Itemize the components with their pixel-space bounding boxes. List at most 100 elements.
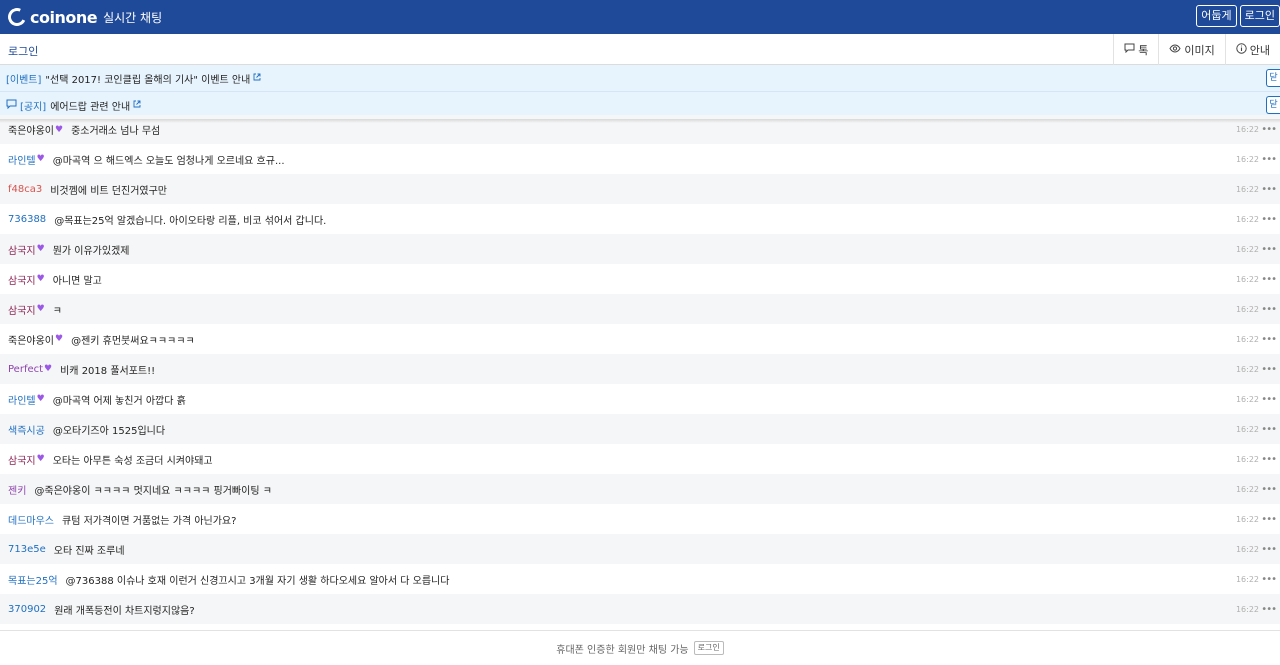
tab-images[interactable]: 이미지	[1158, 34, 1224, 65]
more-options-icon[interactable]: •••	[1261, 244, 1277, 255]
chat-message-row: 라인텔 ♥ @마곡역 으 해드엑스 오늘도 엄청나게 오르네요 흐규... 16:22…	[0, 144, 1280, 174]
more-options-icon[interactable]: •••	[1261, 454, 1277, 465]
notice-tag: [이벤트]	[6, 74, 42, 86]
message-text: @736388 이슈나 호재 이런거 신경끄시고 3개월 자기 생활 하다오세요…	[65, 575, 450, 587]
chat-message-row: 736388 @목표는25억 알겠습니다. 아이오타랑 리플, 비코 섞어서 갑니…	[0, 204, 1280, 234]
message-nickname[interactable]: 라인텔	[8, 152, 36, 167]
message-nickname[interactable]: f48ca3	[8, 184, 42, 195]
more-options-icon[interactable]: •••	[1261, 484, 1277, 495]
message-text: 큐텀 저가격이면 거품없는 가격 아닌가요?	[62, 515, 237, 527]
message-timestamp: 16:22	[1235, 125, 1259, 134]
more-options-icon[interactable]: •••	[1261, 274, 1277, 285]
message-timestamp: 16:22	[1235, 574, 1259, 584]
chat-message-row: 713e5e 오타 진짜 조루네 16:22 •••	[0, 534, 1280, 564]
chat-message-row: 죽은야옹이 ♥ @젠키 휴먼붓써요ㅋㅋㅋㅋㅋ 16:22 •••	[0, 324, 1280, 354]
header-actions: 어둡게 로그인	[1193, 5, 1280, 27]
more-options-icon[interactable]: •••	[1261, 514, 1277, 525]
chat-bubble-icon	[1124, 43, 1135, 56]
chat-footer: 휴대폰 인증한 회원만 채팅 가능 로그인	[0, 630, 1280, 665]
heart-icon: ♥	[44, 364, 53, 374]
tab-info[interactable]: 안내	[1224, 34, 1280, 65]
more-options-icon[interactable]: •••	[1261, 214, 1277, 225]
dark-mode-button[interactable]: 어둡게	[1196, 5, 1237, 27]
message-nickname[interactable]: 713e5e	[8, 544, 46, 555]
message-nickname[interactable]: 색즉시공	[8, 422, 45, 437]
message-timestamp: 16:22	[1235, 244, 1259, 254]
message-text: 원래 개폭등전이 차트지렁지않음?	[54, 605, 195, 617]
message-nickname[interactable]: 젠키	[8, 482, 26, 497]
message-text: 뭔가 이유가있겠제	[52, 245, 130, 257]
chat-bubble-icon	[6, 99, 17, 112]
more-options-icon[interactable]: •••	[1261, 334, 1277, 345]
message-nickname[interactable]: 736388	[8, 214, 46, 225]
tab-images-label: 이미지	[1184, 43, 1215, 57]
chat-message-row: 색즉시공 @오타기즈아 1525입니다 16:22 •••	[0, 414, 1280, 444]
more-options-icon[interactable]: •••	[1261, 304, 1277, 315]
message-nickname[interactable]: 목표는25억	[8, 572, 58, 587]
notice-tag: [공지]	[20, 101, 47, 113]
chat-message-row: 데드마우스 큐텀 저가격이면 거품없는 가격 아닌가요? 16:22 •••	[0, 504, 1280, 534]
chat-message-row: 라인텔 ♥ @마곡역 어제 놓친거 아깝다 흙 16:22 •••	[0, 384, 1280, 414]
more-options-icon[interactable]: •••	[1261, 394, 1277, 405]
heart-icon: ♥	[36, 454, 45, 464]
heart-icon: ♥	[36, 304, 45, 314]
message-text: 비것껨에 비트 던진거였구만	[50, 185, 167, 197]
more-options-icon[interactable]: •••	[1261, 184, 1277, 195]
message-nickname[interactable]: 삼국지	[8, 242, 36, 257]
message-text: @죽은야옹이 ㅋㅋㅋㅋ 멋지네요 ㅋㅋㅋㅋ 핑거빠이팅 ㅋ	[34, 485, 272, 497]
chat-message-row: Perfect ♥ 비캐 2018 풀서포트!! 16:22 •••	[0, 354, 1280, 384]
notice-close-button[interactable]: 닫기	[1266, 96, 1280, 114]
coinone-logo[interactable]: coinone 실시간 채팅	[5, 5, 162, 29]
message-text: 오타 진짜 조루네	[53, 545, 125, 557]
more-options-icon[interactable]: •••	[1261, 544, 1277, 555]
message-nickname[interactable]: 죽은야옹이	[8, 332, 54, 347]
message-nickname[interactable]: 삼국지	[8, 452, 36, 467]
message-text: ㅋ	[52, 305, 62, 317]
message-nickname[interactable]: 삼국지	[8, 302, 36, 317]
message-timestamp: 16:22	[1235, 514, 1259, 524]
message-timestamp: 16:22	[1235, 304, 1259, 314]
external-link-icon	[253, 73, 261, 84]
more-options-icon[interactable]: •••	[1261, 364, 1277, 375]
footer-notice-text: 휴대폰 인증한 회원만 채팅 가능	[556, 644, 689, 656]
more-options-icon[interactable]: •••	[1261, 424, 1277, 435]
message-timestamp: 16:22	[1235, 604, 1259, 614]
message-text: @목표는25억 알겠습니다. 아이오타랑 리플, 비코 섞어서 갑니다.	[54, 215, 327, 227]
more-options-icon[interactable]: •••	[1261, 154, 1277, 165]
footer-login-button[interactable]: 로그인	[693, 641, 724, 655]
message-timestamp: 16:22	[1235, 364, 1259, 374]
more-options-icon[interactable]: •••	[1261, 574, 1277, 585]
message-nickname[interactable]: 삼국지	[8, 272, 36, 287]
more-options-icon[interactable]: •••	[1261, 604, 1277, 615]
notice-text[interactable]: 에어드랍 관련 안내	[50, 98, 130, 113]
message-timestamp: 16:22	[1235, 214, 1259, 224]
message-timestamp: 16:22	[1235, 394, 1259, 404]
chat-message-row: 목표는25억 @736388 이슈나 호재 이런거 신경끄시고 3개월 자기 생활…	[0, 564, 1280, 594]
message-nickname[interactable]: 라인텔	[8, 392, 36, 407]
message-nickname[interactable]: 데드마우스	[8, 512, 54, 527]
notice-close-button[interactable]: 닫기	[1266, 69, 1280, 87]
message-text: @젠키 휴먼붓써요ㅋㅋㅋㅋㅋ	[71, 335, 195, 347]
notice-text[interactable]: "선택 2017! 코인클립 올해의 기사" 이벤트 안내	[45, 71, 250, 86]
login-link[interactable]: 로그인	[8, 43, 38, 59]
heart-icon: ♥	[36, 394, 45, 404]
heart-icon: ♥	[36, 244, 45, 254]
coinone-logo-icon	[5, 5, 29, 29]
message-text: @마곡역 어제 놓친거 아깝다 흙	[52, 395, 186, 407]
chat-message-row: 삼국지 ♥ 뭔가 이유가있겠제 16:22 •••	[0, 234, 1280, 264]
header-login-button[interactable]: 로그인	[1239, 5, 1280, 27]
external-link-icon	[133, 100, 141, 111]
message-nickname[interactable]: 죽은야옹이	[8, 122, 54, 137]
message-text: @마곡역 으 해드엑스 오늘도 엄청나게 오르네요 흐규...	[52, 155, 285, 167]
event-notice[interactable]: [이벤트] "선택 2017! 코인클립 올해의 기사" 이벤트 안내 닫기	[0, 65, 1280, 92]
notice-divider-shadow	[0, 119, 1280, 123]
chat-message-row: 삼국지 ♥ 오타는 아무튼 숙성 조금더 시켜야돼고 16:22 •••	[0, 444, 1280, 474]
more-options-icon[interactable]: •••	[1261, 124, 1277, 135]
info-icon	[1236, 42, 1247, 57]
tab-talk[interactable]: 톡	[1113, 34, 1158, 65]
message-nickname[interactable]: 370902	[8, 604, 46, 615]
top-header: coinone 실시간 채팅 어둡게 로그인	[0, 0, 1280, 34]
message-nickname[interactable]: Perfect	[8, 364, 43, 375]
tab-info-label: 안내	[1249, 43, 1270, 57]
message-timestamp: 16:22	[1235, 484, 1259, 494]
